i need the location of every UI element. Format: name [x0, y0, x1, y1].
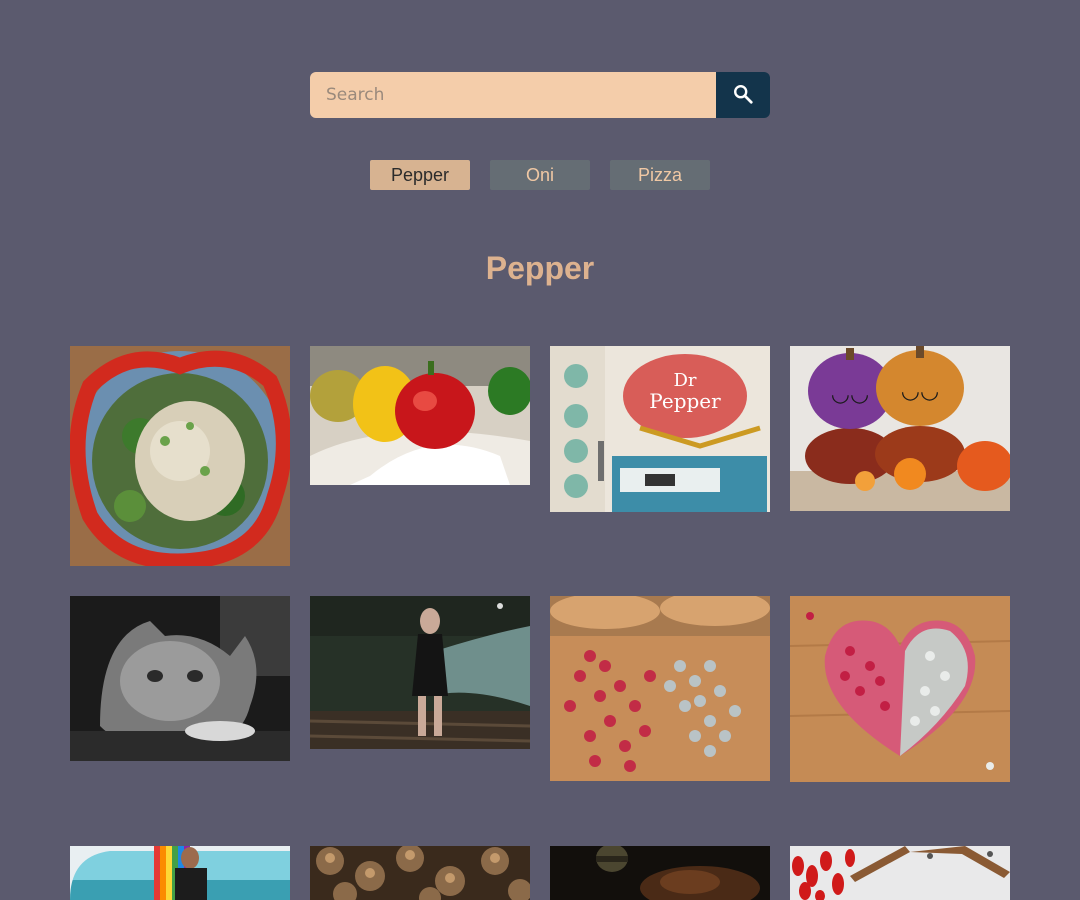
- svg-text:Pepper: Pepper: [649, 389, 721, 413]
- gallery-image-hanging-chilies[interactable]: [790, 846, 1010, 900]
- image-gallery: Dr Pepper ◡◡ ◡◡: [0, 0, 1080, 900]
- svg-text:◡◡: ◡◡: [831, 382, 869, 407]
- svg-text:◡◡: ◡◡: [901, 379, 939, 404]
- gallery-image-dark-food[interactable]: [550, 846, 770, 900]
- page: Pepper Oni Pizza Pepper: [0, 0, 1080, 900]
- gallery-image-cat[interactable]: [70, 596, 290, 761]
- gallery-image-peppercorn-heart[interactable]: [790, 596, 1010, 782]
- gallery-image-peppercorns[interactable]: [550, 596, 770, 781]
- svg-text:Dr: Dr: [673, 370, 696, 391]
- gallery-image-bell-peppers[interactable]: [310, 346, 530, 485]
- gallery-image-dried-pods[interactable]: [310, 846, 530, 900]
- gallery-image-dr-pepper-sign[interactable]: Dr Pepper: [550, 346, 770, 512]
- gallery-image-game-character[interactable]: [310, 596, 530, 749]
- gallery-image-rainbow-avatar[interactable]: [70, 846, 290, 900]
- gallery-image-salad[interactable]: [70, 346, 290, 566]
- gallery-image-pumpkins[interactable]: ◡◡ ◡◡: [790, 346, 1010, 511]
